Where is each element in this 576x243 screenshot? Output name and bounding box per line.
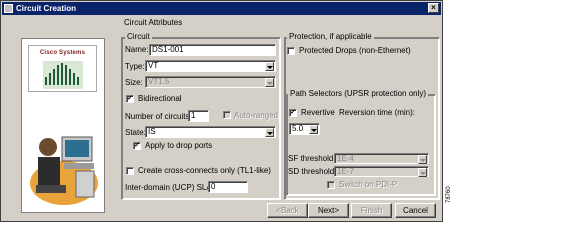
sd-threshold-select[interactable]: 1E-7	[334, 166, 429, 177]
chevron-down-icon[interactable]	[265, 62, 274, 71]
auto-ranged-checkbox[interactable]	[223, 111, 231, 119]
chevron-down-icon[interactable]	[265, 128, 274, 137]
cross-connects-checkbox[interactable]	[126, 167, 134, 175]
sf-threshold-value: 1E-4	[337, 154, 354, 163]
finish-button[interactable]: Finish	[351, 203, 392, 218]
sd-threshold-value: 1E-7	[337, 167, 354, 176]
size-select[interactable]: VT1.5	[145, 76, 276, 88]
app-icon	[4, 4, 13, 13]
num-circuits-value: 1	[191, 111, 196, 120]
state-select-value: IS	[148, 127, 156, 136]
protection-group-title: Protection, if applicable	[287, 32, 374, 41]
name-input[interactable]: DS1-001	[149, 44, 276, 56]
next-button[interactable]: Next>	[308, 203, 349, 218]
sd-threshold-label: SD threshold:	[288, 167, 337, 176]
circuit-creation-dialog: Circuit Creation × Cisco Systems Circuit…	[0, 0, 443, 222]
inter-domain-input[interactable]: 0	[208, 181, 248, 193]
revertive-label: Revertive	[301, 108, 335, 117]
sf-threshold-select[interactable]: 1E-4	[334, 153, 429, 164]
revertive-checkbox[interactable]: ✓	[289, 109, 297, 117]
state-select[interactable]: IS	[145, 126, 276, 138]
type-label: Type:	[125, 62, 145, 71]
switch-on-pdi-label: Switch on PDI-P	[339, 180, 398, 189]
inter-domain-label: Inter-domain (UCP) SLA:	[125, 183, 214, 192]
path-selectors-title: Path Selectors (UPSR protection only)	[288, 89, 429, 98]
type-select[interactable]: VT	[145, 60, 276, 72]
auto-ranged-label: Auto-ranged	[234, 111, 279, 120]
reversion-time-select[interactable]: 5.0	[289, 123, 320, 135]
window-title: Circuit Creation	[16, 4, 77, 13]
apply-drop-ports-checkbox[interactable]: ✓	[133, 142, 141, 150]
bidirectional-checkbox[interactable]: ✓	[126, 95, 134, 103]
bidirectional-label: Bidirectional	[138, 94, 182, 103]
type-select-value: VT	[148, 61, 159, 70]
apply-drop-ports-label: Apply to drop ports	[145, 141, 213, 150]
close-icon[interactable]: ×	[428, 3, 439, 13]
figure-number: 78760	[446, 186, 452, 203]
cancel-button[interactable]: Cancel	[395, 203, 436, 218]
cross-connects-label: Create cross-connects only (TL1-like)	[138, 166, 271, 175]
num-circuits-label: Number of circuits:	[125, 112, 192, 121]
name-label: Name:	[125, 45, 149, 54]
chevron-down-icon[interactable]	[309, 125, 318, 134]
reversion-time-value: 5.0	[292, 124, 304, 133]
bridge-logo-icon	[43, 61, 83, 89]
protected-drops-checkbox[interactable]	[287, 47, 295, 55]
size-select-value: VT1.5	[148, 77, 170, 86]
wizard-graphic-panel: Cisco Systems	[21, 38, 105, 213]
num-circuits-stepper[interactable]: 1	[188, 110, 209, 122]
chevron-down-icon[interactable]	[418, 155, 427, 164]
cisco-logo: Cisco Systems	[28, 45, 97, 92]
reversion-time-label: Reversion time (min):	[339, 108, 416, 117]
logo-text: Cisco Systems	[39, 50, 86, 56]
sf-threshold-label: SF threshold:	[288, 154, 336, 163]
chevron-down-icon[interactable]	[265, 78, 274, 87]
state-label: State:	[125, 128, 146, 137]
switch-on-pdi-checkbox[interactable]	[327, 181, 335, 189]
chevron-down-icon[interactable]	[418, 168, 427, 177]
person-at-computer-illustration	[26, 113, 102, 209]
back-button[interactable]: <Back	[267, 203, 308, 218]
protected-drops-label: Protected Drops (non-Ethernet)	[299, 46, 411, 55]
size-label: Size:	[125, 78, 143, 87]
circuit-group-title: Circuit	[125, 32, 152, 41]
title-bar: Circuit Creation ×	[2, 2, 441, 15]
circuit-attributes-heading: Circuit Attributes	[124, 18, 183, 27]
